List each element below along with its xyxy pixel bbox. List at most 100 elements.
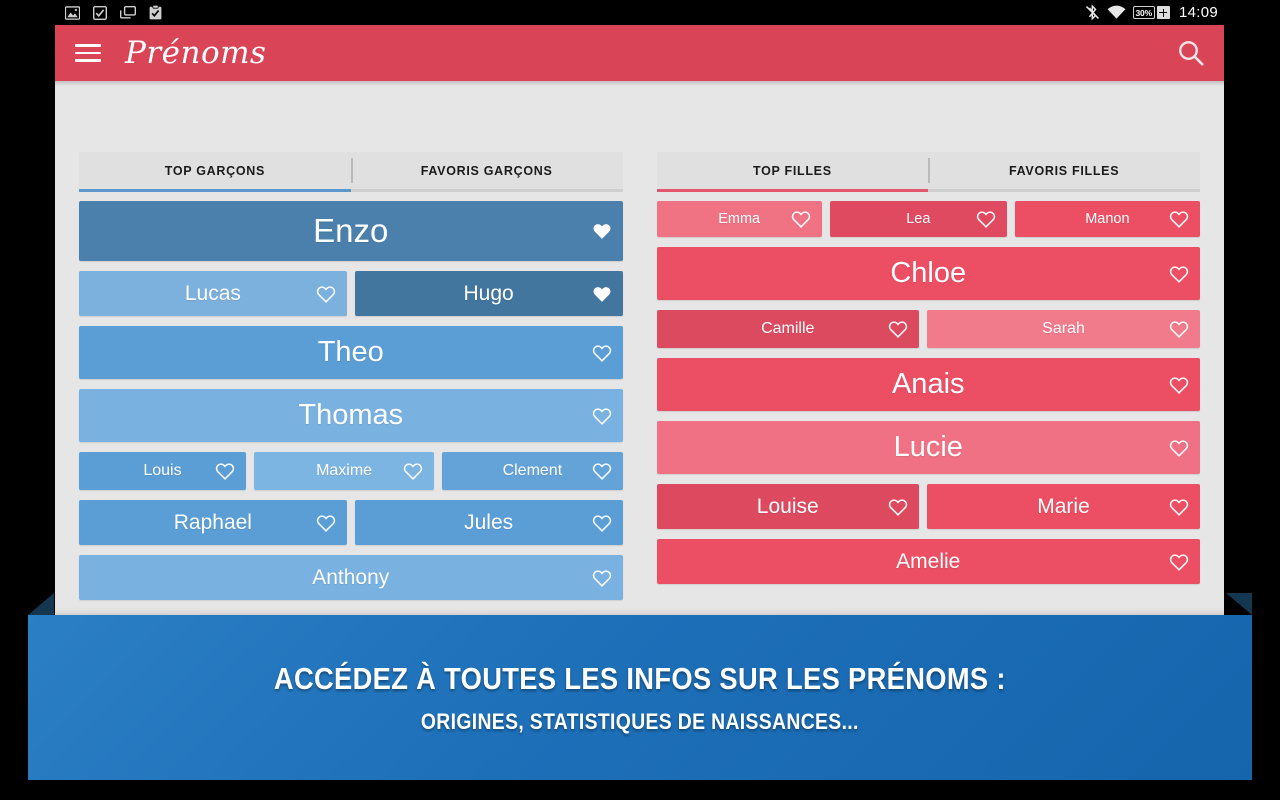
name-label: Camille bbox=[761, 320, 815, 337]
name-tile[interactable]: Camille bbox=[656, 310, 919, 348]
heart-outline-icon[interactable] bbox=[215, 461, 235, 481]
name-label: Maxime bbox=[316, 462, 373, 479]
heart-outline-icon[interactable] bbox=[888, 319, 908, 339]
heart-outline-icon[interactable] bbox=[1169, 497, 1189, 517]
name-row: Camille Sarah bbox=[656, 310, 1200, 348]
name-label: Anais bbox=[891, 368, 965, 400]
heart-outline-icon[interactable] bbox=[1169, 552, 1189, 572]
name-label: Lea bbox=[906, 211, 931, 227]
name-tile[interactable]: Louise bbox=[656, 484, 919, 529]
heart-outline-icon[interactable] bbox=[592, 343, 612, 363]
tab-girls-1[interactable]: FAVORIS FILLES bbox=[928, 152, 1200, 189]
heart-outline-icon[interactable] bbox=[592, 406, 612, 426]
heart-outline-icon[interactable] bbox=[791, 209, 811, 229]
name-label: Thomas bbox=[298, 399, 404, 431]
page-title: Prénoms bbox=[125, 34, 267, 71]
name-tile[interactable]: Amelie bbox=[656, 539, 1200, 584]
heart-outline-icon[interactable] bbox=[592, 568, 612, 588]
heart-outline-icon[interactable] bbox=[1169, 209, 1189, 229]
bluetooth-off-icon bbox=[1085, 4, 1099, 21]
name-tile[interactable]: Theo bbox=[79, 326, 623, 379]
heart-outline-icon[interactable] bbox=[403, 461, 423, 481]
wifi-icon bbox=[1107, 5, 1125, 19]
name-tile[interactable]: Anais bbox=[656, 358, 1200, 411]
name-label: Lucie bbox=[893, 431, 963, 463]
name-label: Chloe bbox=[890, 257, 967, 289]
name-label: Emma bbox=[718, 211, 761, 227]
heart-outline-icon[interactable] bbox=[1169, 319, 1189, 339]
name-tile[interactable]: Thomas bbox=[79, 389, 623, 442]
banner-fold-right-icon bbox=[1226, 593, 1252, 615]
name-label: Marie bbox=[1037, 494, 1090, 518]
name-row: Louise Marie bbox=[656, 484, 1200, 529]
name-tile[interactable]: Maxime bbox=[253, 452, 435, 490]
name-row: Theo bbox=[79, 326, 623, 379]
name-tile[interactable]: Lucas bbox=[79, 271, 347, 316]
name-label: Clement bbox=[502, 462, 563, 479]
heart-filled-icon[interactable] bbox=[592, 284, 612, 304]
name-tile[interactable]: Lucie bbox=[656, 421, 1200, 474]
name-label: Louise bbox=[756, 494, 819, 518]
name-tile[interactable]: Raphael bbox=[79, 500, 347, 545]
image-icon bbox=[65, 5, 80, 20]
heart-outline-icon[interactable] bbox=[592, 461, 612, 481]
android-status-bar: 30% 14:09 bbox=[55, 0, 1224, 25]
heart-outline-icon[interactable] bbox=[592, 513, 612, 533]
heart-outline-icon[interactable] bbox=[316, 284, 336, 304]
name-label: Anthony bbox=[312, 565, 390, 589]
name-tile[interactable]: Emma bbox=[656, 201, 822, 237]
heart-outline-icon[interactable] bbox=[1169, 375, 1189, 395]
heart-outline-icon[interactable] bbox=[1169, 438, 1189, 458]
name-label: Lucas bbox=[184, 281, 241, 305]
heart-outline-icon[interactable] bbox=[976, 209, 996, 229]
name-tile[interactable]: Manon bbox=[1014, 201, 1200, 237]
promo-headline: ACCÉDEZ À TOUTES LES INFOS SUR LES PRÉNO… bbox=[274, 660, 1006, 696]
name-row: Louis Maxime Clement bbox=[79, 452, 623, 490]
name-label: Amelie bbox=[896, 549, 961, 573]
heart-filled-icon[interactable] bbox=[592, 221, 612, 241]
tab-boys-0[interactable]: TOP GARÇONS bbox=[79, 152, 351, 192]
battery-percent: 30% bbox=[1132, 6, 1155, 19]
name-row: Enzo bbox=[79, 201, 623, 261]
battery-indicator: 30% bbox=[1132, 6, 1170, 19]
name-label: Manon bbox=[1085, 211, 1130, 227]
banner-fold-left-icon bbox=[28, 593, 54, 615]
name-row: Thomas bbox=[79, 389, 623, 442]
checkbox-icon bbox=[93, 5, 107, 20]
status-bar-clock: 14:09 bbox=[1178, 4, 1218, 21]
name-row: Anais bbox=[656, 358, 1200, 411]
name-label: Theo bbox=[317, 336, 384, 368]
name-tile[interactable]: Anthony bbox=[79, 555, 623, 600]
name-rows-boys: Enzo Lucas Hugo Theo Thomas Louis Maxime Clemen… bbox=[79, 201, 623, 600]
name-tile[interactable]: Marie bbox=[927, 484, 1200, 529]
name-tile[interactable]: Hugo bbox=[354, 271, 623, 316]
name-tile[interactable]: Enzo bbox=[79, 201, 623, 261]
name-label: Hugo bbox=[463, 281, 514, 305]
name-label: Enzo bbox=[313, 212, 389, 249]
name-tile[interactable]: Chloe bbox=[656, 247, 1200, 300]
tab-boys-1[interactable]: FAVORIS GARÇONS bbox=[350, 152, 623, 189]
name-row: Raphael Jules bbox=[79, 500, 623, 545]
clipboard-check-icon bbox=[149, 5, 162, 20]
search-icon[interactable] bbox=[1176, 38, 1206, 68]
heart-outline-icon[interactable] bbox=[1169, 264, 1189, 284]
status-bar-notifications bbox=[65, 5, 162, 20]
name-tile[interactable]: Lea bbox=[829, 201, 1007, 237]
name-label: Raphael bbox=[173, 510, 252, 534]
hamburger-menu-icon[interactable] bbox=[75, 44, 101, 62]
heart-outline-icon[interactable] bbox=[316, 513, 336, 533]
tab-girls-0[interactable]: TOP FILLES bbox=[656, 152, 929, 192]
name-tile[interactable]: Louis bbox=[79, 452, 246, 490]
status-bar-system-icons: 30% 14:09 bbox=[1085, 4, 1218, 21]
app-bar: Prénoms bbox=[55, 25, 1224, 81]
name-label: Jules bbox=[464, 510, 514, 534]
name-tile[interactable]: Clement bbox=[442, 452, 623, 490]
name-label: Sarah bbox=[1042, 320, 1085, 337]
name-tile[interactable]: Jules bbox=[354, 500, 623, 545]
heart-outline-icon[interactable] bbox=[888, 497, 908, 517]
tabbar-boys: TOP GARÇONS FAVORIS GARÇONS bbox=[79, 152, 623, 192]
promo-banner: ACCÉDEZ À TOUTES LES INFOS SUR LES PRÉNO… bbox=[28, 593, 1252, 780]
name-tile[interactable]: Sarah bbox=[927, 310, 1200, 348]
name-row: Lucas Hugo bbox=[79, 271, 623, 316]
name-row: Chloe bbox=[656, 247, 1200, 300]
